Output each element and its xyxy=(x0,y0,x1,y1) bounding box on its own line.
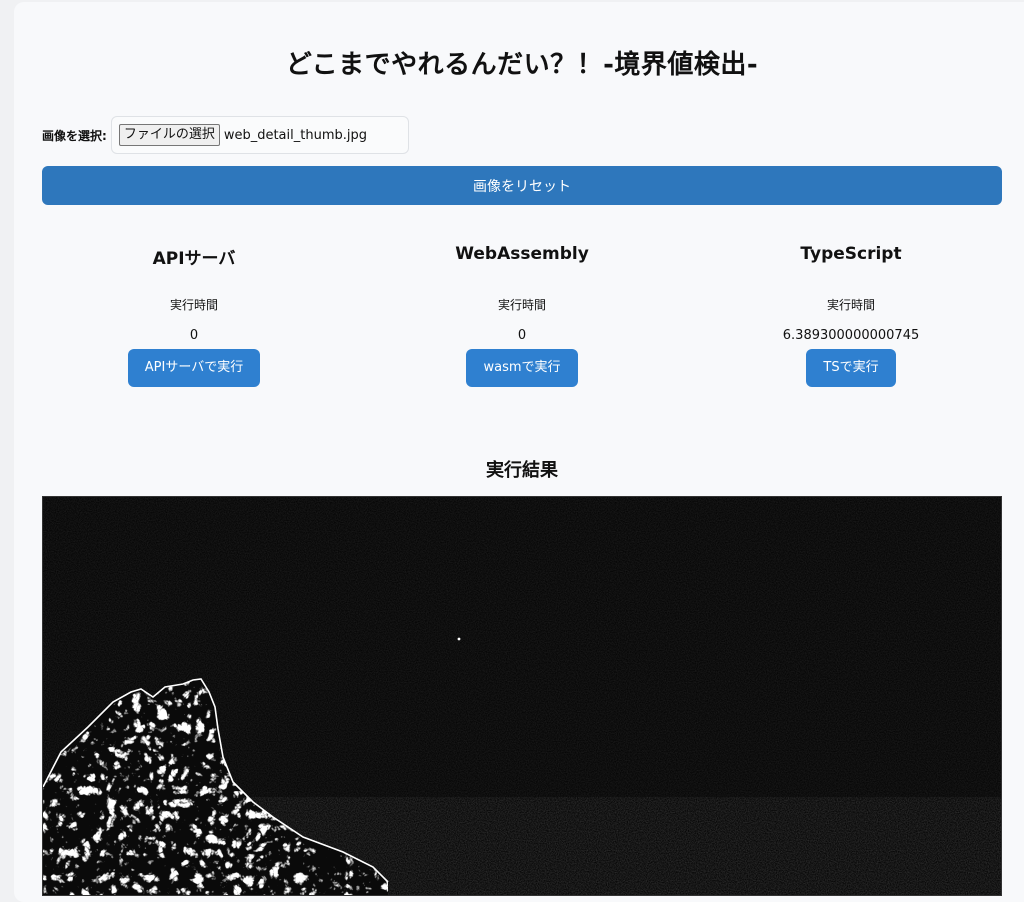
execution-time-value: 6.389300000000745 xyxy=(782,328,920,343)
engine-title: WebAssembly xyxy=(455,244,589,264)
file-input-label: 画像を選択: xyxy=(42,128,107,143)
execution-time-value: 0 xyxy=(189,328,199,343)
result-title: 実行結果 xyxy=(486,460,558,481)
reset-image-button[interactable]: 画像をリセット xyxy=(42,166,1002,205)
choose-file-button[interactable]: ファイルの選択 xyxy=(118,124,220,146)
edge-detected-image xyxy=(42,496,1002,896)
engine-api-server: APIサーバ 実行時間 0 APIサーバで実行 xyxy=(44,244,344,387)
run-wasm-button[interactable]: wasmで実行 xyxy=(466,349,578,387)
engine-webassembly: WebAssembly 実行時間 0 wasmで実行 xyxy=(372,244,672,387)
file-input-row: 画像を選択: ファイルの選択 web_detail_thumb.jpg xyxy=(42,116,409,154)
execution-time-value: 0 xyxy=(517,328,527,343)
execution-time-label: 実行時間 xyxy=(169,298,218,312)
run-api-server-button[interactable]: APIサーバで実行 xyxy=(127,349,261,387)
selected-file-name: web_detail_thumb.jpg xyxy=(223,127,367,143)
edge-detection-output-graphic xyxy=(43,497,1001,895)
execution-time-label: 実行時間 xyxy=(826,298,875,312)
run-typescript-button[interactable]: TSで実行 xyxy=(806,349,896,387)
execution-time-label: 実行時間 xyxy=(497,298,546,312)
page-title: どこまでやれるんだい？！-境界値検出- xyxy=(285,50,759,80)
engine-title: TypeScript xyxy=(800,244,902,264)
engine-title: APIサーバ xyxy=(152,249,236,269)
file-input[interactable]: ファイルの選択 web_detail_thumb.jpg xyxy=(110,116,409,154)
engine-typescript: TypeScript 実行時間 6.389300000000745 TSで実行 xyxy=(701,244,1001,387)
